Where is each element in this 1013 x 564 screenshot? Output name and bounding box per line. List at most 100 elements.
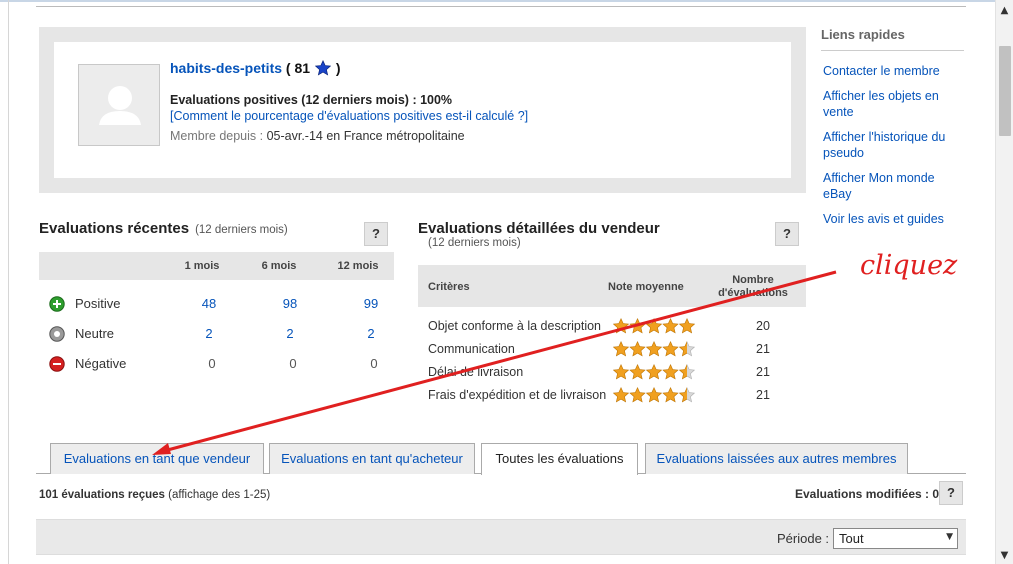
recent-feedback-heading: Evaluations récentes: [39, 220, 190, 237]
recent-feedback-period: (12 derniers mois): [195, 224, 288, 236]
star-icon: [629, 318, 646, 334]
star-icon: [629, 341, 646, 357]
star-icon: [629, 364, 646, 380]
rating-row: Délai de livraison 21: [418, 362, 806, 384]
user-placeholder-icon: [99, 86, 141, 125]
star-icon: [678, 387, 696, 403]
chevron-down-icon: ▼: [946, 532, 953, 542]
count-value: 0: [289, 356, 297, 371]
star-rating: [612, 318, 697, 334]
seller-name-link[interactable]: habits-des-petits: [170, 60, 282, 76]
quick-link-id-history[interactable]: Afficher l'historique du pseudo: [821, 129, 964, 161]
help-button[interactable]: ?: [775, 222, 799, 246]
feedback-row-neutral: Neutre 2 2 2: [39, 323, 394, 345]
rating-count: 21: [756, 342, 770, 356]
quick-link-my-world[interactable]: Afficher Mon monde eBay: [821, 170, 964, 202]
quick-links-title: Liens rapides: [821, 27, 964, 51]
scrollbar-thumb[interactable]: [999, 46, 1011, 136]
rating-criterion: Objet conforme à la description: [428, 319, 602, 333]
count-link[interactable]: 99: [341, 296, 401, 311]
positive-icon: [49, 296, 65, 312]
column-header: 6 mois: [261, 260, 297, 272]
negative-icon: [49, 356, 65, 372]
recent-feedback-header: 1 mois 6 mois 12 mois: [39, 252, 394, 280]
star-icon: [645, 387, 663, 403]
star-icon: [662, 387, 679, 403]
detailed-ratings-period: (12 derniers mois): [428, 237, 521, 249]
member-since: Membre depuis : 05-avr.-14 en France mét…: [170, 129, 465, 143]
tab-all-feedback[interactable]: Toutes les évaluations: [481, 443, 638, 475]
quick-links: Liens rapides Contacter le membre Affich…: [821, 27, 964, 227]
star-icon: [662, 341, 679, 357]
rating-criterion: Communication: [428, 342, 515, 356]
top-border: [0, 0, 1013, 2]
star-icon: [678, 341, 696, 357]
count-link[interactable]: 48: [179, 296, 239, 311]
help-button[interactable]: ?: [364, 222, 388, 246]
feedback-score: ( 81: [285, 60, 311, 76]
star-rating: [612, 387, 697, 403]
star-rating: [612, 364, 697, 380]
column-header: 12 mois: [337, 260, 379, 272]
blue-star-icon: [314, 59, 332, 79]
rating-row: Communication 21: [418, 339, 806, 361]
quick-link-items-for-sale[interactable]: Afficher les objets en vente: [821, 88, 964, 120]
rating-criterion: Frais d'expédition et de livraison: [428, 388, 607, 402]
received-range: (affichage des 1-25): [168, 489, 271, 501]
star-icon: [645, 341, 663, 357]
count-value: 0: [208, 356, 216, 371]
quick-link-contact[interactable]: Contacter le membre: [821, 63, 964, 79]
left-border: [8, 0, 9, 564]
help-button[interactable]: ?: [939, 481, 963, 505]
profile-card: habits-des-petits ( 81 ) Evaluations pos…: [54, 42, 791, 178]
tab-left-for-others[interactable]: Evaluations laissées aux autres membres: [645, 443, 908, 474]
count-link[interactable]: 2: [341, 326, 401, 341]
rating-count: 21: [756, 365, 770, 379]
seller-line: habits-des-petits ( 81 ): [170, 59, 340, 79]
member-since-label: Membre depuis :: [170, 129, 264, 143]
scroll-down-icon[interactable]: ▼: [996, 547, 1013, 564]
period-label: Période :: [777, 531, 830, 546]
percentage-calc-link[interactable]: [Comment le pourcentage d'évaluations po…: [170, 109, 528, 123]
star-icon: [612, 387, 630, 403]
received-total: 101 évaluations reçues: [39, 489, 165, 501]
detailed-ratings-header: Critères Note moyenne Nombre d'évaluatio…: [418, 265, 806, 307]
tab-as-buyer[interactable]: Evaluations en tant qu'acheteur: [269, 443, 475, 474]
member-since-value: 05-avr.-14 en France métropolitaine: [266, 129, 465, 143]
recent-feedback-title: Evaluations récentes (12 derniers mois): [39, 220, 394, 237]
count-link[interactable]: 2: [260, 326, 320, 341]
rating-row: Frais d'expédition et de livraison 21: [418, 385, 806, 407]
avatar: [78, 64, 160, 146]
column-header-rating: Note moyenne: [608, 281, 684, 293]
star-icon: [678, 364, 696, 380]
star-icon: [645, 318, 663, 334]
star-icon: [662, 364, 679, 380]
star-icon: [678, 318, 696, 334]
vertical-scrollbar[interactable]: ▲ ▼: [995, 0, 1013, 564]
star-icon: [662, 318, 679, 334]
rating-criterion: Délai de livraison: [428, 365, 524, 379]
rating-count: 20: [756, 319, 770, 333]
neutral-icon: [49, 326, 65, 342]
count-value: 0: [370, 356, 378, 371]
profile-panel: habits-des-petits ( 81 ) Evaluations pos…: [39, 27, 806, 193]
period-select[interactable]: Tout ▼: [833, 528, 958, 549]
positive-percentage: Evaluations positives (12 derniers mois)…: [170, 93, 453, 107]
count-link[interactable]: 2: [179, 326, 239, 341]
count-link[interactable]: 98: [260, 296, 320, 311]
period-selected-value: Tout: [839, 531, 864, 546]
star-icon: [612, 341, 630, 357]
row-label: Neutre: [75, 326, 115, 341]
rating-row: Objet conforme à la description 20: [418, 316, 806, 338]
feedback-row-positive: Positive 48 98 99: [39, 293, 394, 315]
annotation-text: cliquez: [860, 250, 958, 281]
tab-as-seller[interactable]: Evaluations en tant que vendeur: [50, 443, 264, 474]
star-rating: [612, 341, 697, 357]
star-icon: [629, 387, 646, 403]
period-filter-bar: Période : Tout ▼: [36, 519, 966, 555]
feedback-row-negative: Négative 0 0 0: [39, 353, 394, 375]
quick-link-reviews-guides[interactable]: Voir les avis et guides: [821, 211, 964, 227]
scroll-up-icon[interactable]: ▲: [996, 2, 1013, 19]
detailed-seller-ratings: Evaluations détaillées du vendeur (12 de…: [418, 220, 806, 403]
recent-feedback: Evaluations récentes (12 derniers mois) ?…: [39, 220, 394, 372]
